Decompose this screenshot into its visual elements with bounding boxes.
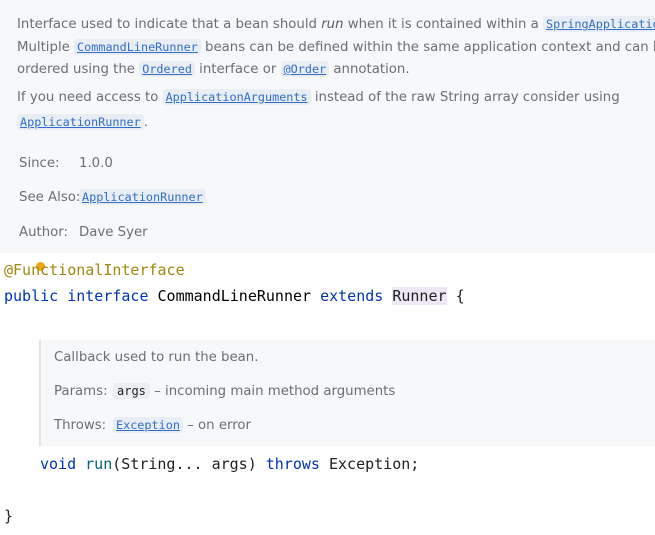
doc-text: Multiple (17, 40, 75, 55)
method-name[interactable]: run (85, 455, 112, 473)
since-label: Since: (19, 156, 60, 171)
doc-text: when it is contained within a (343, 17, 544, 32)
link-ordered[interactable]: Ordered (139, 61, 195, 77)
see-also-row: See Also: ApplicationRunner (19, 189, 206, 205)
doc-text: interface or (194, 62, 281, 77)
class-name[interactable]: CommandLineRunner (158, 287, 312, 305)
link-applicationarguments[interactable]: ApplicationArguments (162, 89, 311, 105)
keyword-void: void (40, 455, 77, 473)
throws-label: Throws: (54, 418, 107, 433)
annotation-token[interactable]: @FunctionalInterface (4, 261, 185, 279)
doc-text: annotation. (329, 62, 410, 77)
author-value: Dave Syer (79, 225, 148, 240)
code-line-declaration: public interface CommandLineRunner exten… (4, 287, 465, 305)
doc-line-4: If you need access to ApplicationArgumen… (17, 89, 620, 105)
method-params: (String... args) (112, 455, 257, 473)
throws-link[interactable]: Exception (113, 417, 183, 433)
code-line-annotation: @FunctionalInterface (4, 261, 185, 279)
author-label: Author: (19, 225, 69, 240)
see-also-label: See Also: (19, 190, 81, 205)
doc-emphasis: run (321, 17, 344, 32)
doc-line-5: ApplicationRunner. (17, 114, 148, 130)
doc-line-1: Interface used to indicate that a bean s… (17, 16, 655, 32)
throws-description: – on error (182, 418, 252, 433)
keyword-extends: extends (320, 287, 384, 305)
params-label: Params: (54, 384, 108, 399)
exception-type[interactable]: Exception; (329, 455, 419, 473)
since-row: Since: 1.0.0 (19, 156, 113, 171)
link-applicationrunner[interactable]: ApplicationRunner (17, 114, 144, 130)
doc-text: Interface used to indicate that a bean s… (17, 17, 322, 32)
doc-text: instead of the raw String array consider… (310, 90, 620, 105)
see-also-link[interactable]: ApplicationRunner (79, 189, 206, 205)
doc-text: If you need access to (17, 90, 163, 105)
open-brace: { (455, 287, 465, 305)
method-javadoc-panel: Callback used to run the bean. Params: ar… (39, 340, 655, 446)
throws-row: Throws: Exception – on error (54, 417, 252, 433)
doc-text: ordered using the (17, 62, 140, 77)
supertype-name[interactable]: Runner (392, 287, 447, 305)
doc-text: beans can be defined within the same app… (200, 40, 655, 55)
javadoc-panel: Interface used to indicate that a bean s… (0, 0, 655, 253)
since-value: 1.0.0 (79, 156, 113, 171)
param-name: args (113, 383, 150, 399)
param-description: – incoming main method arguments (149, 384, 396, 399)
code-line-close: } (4, 507, 13, 525)
keyword-public: public (4, 287, 59, 305)
params-row: Params: args – incoming main method argum… (54, 383, 396, 399)
doc-text: . (143, 115, 148, 130)
close-brace: } (4, 507, 14, 525)
link-springapplication[interactable]: SpringApplication (543, 16, 655, 32)
doc-line-3: ordered using the Ordered interface or @… (17, 61, 410, 77)
doc-line-2: Multiple CommandLineRunner beans can be … (17, 39, 655, 55)
method-summary: Callback used to run the bean. (54, 350, 259, 365)
link-order-annotation[interactable]: @Order (280, 61, 330, 77)
link-commandlinerunner[interactable]: CommandLineRunner (74, 39, 201, 55)
keyword-throws: throws (265, 455, 320, 473)
code-line-method: void run(String... args) throws Exceptio… (40, 455, 419, 473)
author-row: Author: Dave Syer (19, 225, 148, 240)
keyword-interface: interface (67, 287, 149, 305)
